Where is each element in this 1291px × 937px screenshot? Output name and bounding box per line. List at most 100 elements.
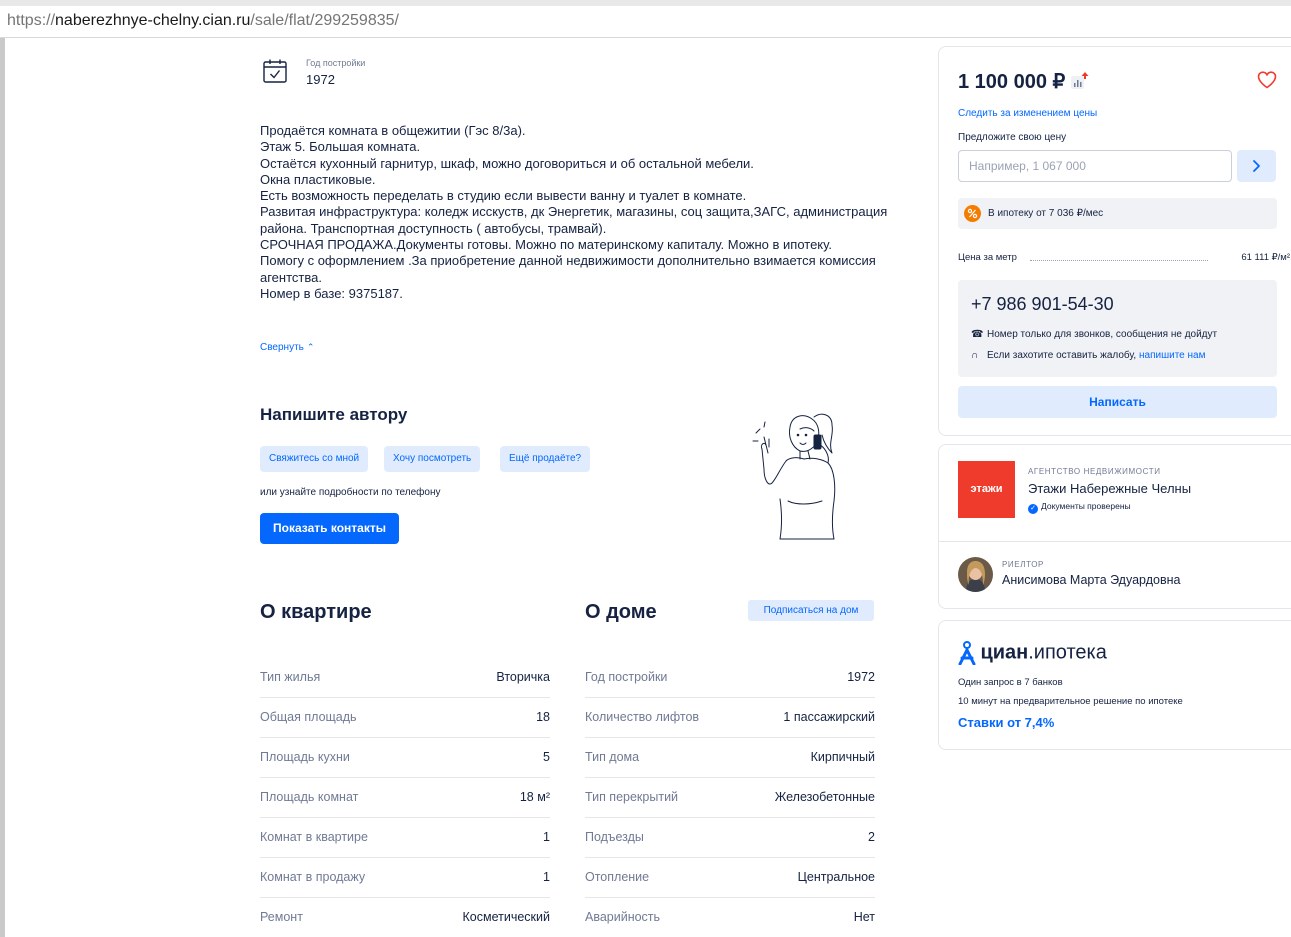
url-scheme: https:// [7,12,56,29]
row-value: Железобетонные [774,790,875,804]
row-label: Год постройки [585,670,668,684]
url-host: naberezhnye-chelny.cian.ru [55,12,251,29]
row-label: Тип перекрытий [585,790,679,804]
description-line: Развитая инфраструктура: коледж исскуств… [260,204,888,236]
chevron-right-icon [1253,160,1260,172]
apartment-details-table: Тип жилья Вторичка Общая площадь 18 Площад… [260,658,550,937]
chip-contact-me[interactable]: Свяжитесь со мной [260,446,369,472]
documents-verified-text: Документы проверены [1041,501,1131,511]
chip-still-selling[interactable]: Ещё продаёте? [500,446,591,472]
row-label: Площадь комнат [260,790,359,804]
row-value: 1 [543,870,550,884]
table-row: Тип жилья Вторичка [260,658,550,698]
cian-mortgage-line: 10 минут на предварительное решение по и… [958,696,1183,707]
collapse-label: Свернуть [260,342,304,353]
documents-verified: ✓ Документы проверены [1028,501,1131,514]
description-line: Есть возможность переделать в студию есл… [260,188,747,204]
realtor-name[interactable]: Анисимова Марта Эдуардовна [1002,573,1180,587]
row-value: 1972 [847,670,875,684]
description-line: СРОЧНАЯ ПРОДАЖА.Документы готовы. Можно … [260,237,832,253]
url-path: /sale/flat/299259835/ [250,12,399,29]
row-label: Площадь кухни [260,750,350,764]
show-contacts-button[interactable]: Показать контакты [260,513,399,544]
realtor-avatar[interactable] [958,557,993,592]
cian-mortgage-card[interactable]: циан.ипотека Один запрос в 7 банков 10 м… [938,620,1291,750]
chevron-up-icon: ⌃ [306,342,315,352]
divider [939,541,1291,542]
row-value: Вторичка [496,670,550,684]
offer-price-input[interactable] [958,150,1232,182]
row-value: 18 [536,710,550,724]
price-per-meter-label: Цена за метр [958,252,1017,263]
row-value: 5 [543,750,550,764]
row-value: 2 [868,830,875,844]
agency-logo[interactable]: этажи [958,461,1015,518]
description-line: Остаётся кухонный гарнитур, шкаф, можно … [260,155,754,171]
description-line: Номер в базе: 9375187. [260,285,403,301]
subscribe-house-button[interactable]: Подписаться на дом [748,600,874,621]
girl-with-phone-illustration [752,413,836,540]
table-row: Количество лифтов 1 пассажирский [585,698,875,738]
headset-icon: ∩ [971,350,979,361]
window-edge [0,38,5,937]
agency-card: этажи АГЕНТСТВО НЕДВИЖИМОСТИ Этажи Набер… [938,444,1291,609]
cian-mortgage-logo: циан.ипотека [958,641,1107,667]
calendar-check-icon [263,59,287,83]
browser-toolbar: https://naberezhnye-chelny.cian.ru/sale/… [0,0,1291,38]
percent-badge-icon [964,205,981,222]
row-value: 1 [543,830,550,844]
row-label: Комнат в квартире [260,830,368,844]
mortgage-offer-text: В ипотеку от 7 036 ₽/мес [988,208,1104,219]
realtor-type-label: РИЕЛТОР [1002,560,1044,569]
agency-name[interactable]: Этажи Набережные Челны [1028,481,1191,496]
collapse-description-link[interactable]: Свернуть ⌃ [260,342,314,353]
row-label: Тип дома [585,750,640,764]
calls-only-text: Номер только для звонков, сообщения не д… [987,329,1218,340]
apartment-section-title: О квартире [260,601,372,623]
complaint-note: ∩ Если захотите оставить жалобу, напишите… [971,350,1205,361]
table-row: Тип перекрытий Железобетонные [585,778,875,818]
verified-check-icon: ✓ [1028,504,1038,514]
row-label: Общая площадь [260,710,357,724]
row-value: 1 пассажирский [783,710,875,724]
mortgage-offer-banner[interactable]: В ипотеку от 7 036 ₽/мес [958,198,1277,229]
favorite-heart-icon[interactable] [1257,71,1277,89]
phone-box: +7 986 901-54-30 ☎ Номер только для звонк… [958,280,1277,377]
cian-brand: циан [980,641,1029,664]
submit-offer-button[interactable] [1237,150,1276,182]
table-row: Площадь кухни 5 [260,738,550,778]
cian-product: .ипотека [1028,641,1107,664]
write-author-title: Напишите автору [260,405,408,424]
offer-price-label: Предложите свою цену [958,132,1067,143]
build-year-label: Год постройки [306,58,366,68]
row-value: Косметический [462,910,550,924]
complaint-text: Если захотите оставить жалобу, [987,350,1137,361]
write-message-button[interactable]: Написать [958,386,1277,418]
description-line: Окна пластиковые. [260,171,376,187]
table-row: Общая площадь 18 [260,698,550,738]
table-row: Год постройки 1972 [585,658,875,698]
price-card: 1 100 000 ₽ Следить за изменением цены П… [938,46,1291,436]
row-value: Кирпичный [810,750,875,764]
house-details-table: Год постройки 1972 Количество лифтов 1 пас… [585,658,875,937]
phone-number[interactable]: +7 986 901-54-30 [971,294,1114,315]
dotted-leader [1030,260,1208,261]
house-section-title: О доме [585,601,657,623]
table-row: Подъезды 2 [585,818,875,858]
cian-mortgage-line: Один запрос в 7 банков [958,677,1063,688]
row-label: Отопление [585,870,650,884]
price-history-icon[interactable] [1071,72,1089,90]
description-line: Этаж 5. Большая комната. [260,139,421,155]
complaint-link[interactable]: напишите нам [1139,350,1205,361]
track-price-link[interactable]: Следить за изменением цены [958,108,1097,119]
table-row: Комнат в квартире 1 [260,818,550,858]
build-year-value: 1972 [306,72,335,87]
table-row: Ремонт Косметический [260,898,550,937]
chip-want-to-view[interactable]: Хочу посмотреть [384,446,481,472]
row-label: Ремонт [260,910,303,924]
table-row: Площадь комнат 18 м² [260,778,550,818]
address-bar[interactable]: https://naberezhnye-chelny.cian.ru/sale/… [0,6,1291,38]
price-value: 1 100 000 ₽ [958,71,1066,93]
mortgage-rates-link[interactable]: Ставки от 7,4% [958,715,1054,730]
row-label: Комнат в продажу [260,870,366,884]
